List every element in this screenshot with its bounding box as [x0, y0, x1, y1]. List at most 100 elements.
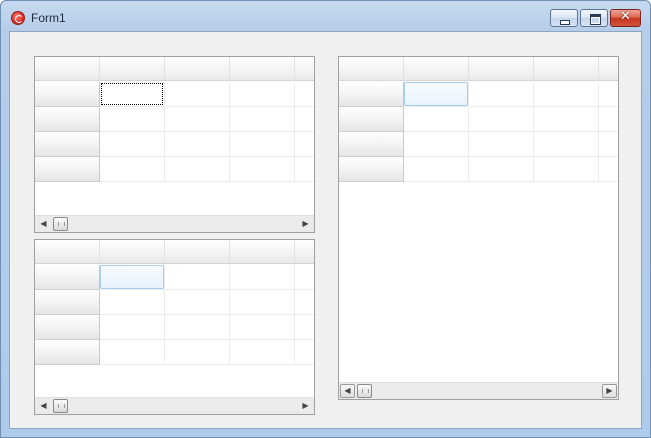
grid-cell[interactable] — [599, 107, 618, 132]
grid-cell[interactable] — [230, 315, 295, 340]
grid-cell[interactable] — [534, 157, 599, 182]
grid-cell[interactable] — [295, 315, 314, 340]
grid-cell[interactable] — [230, 290, 295, 315]
grid-cell[interactable] — [230, 340, 295, 365]
grid-cell[interactable] — [469, 107, 534, 132]
grid-cell[interactable] — [165, 265, 230, 290]
grid-cell[interactable] — [404, 107, 469, 132]
row-header[interactable] — [35, 82, 100, 107]
grid-cell[interactable] — [100, 157, 165, 182]
scroll-left-icon[interactable]: ◀ — [35, 216, 52, 232]
column-header[interactable] — [165, 57, 230, 81]
column-header[interactable] — [230, 240, 295, 264]
grid-cell-focused[interactable] — [100, 82, 165, 107]
scroll-thumb[interactable] — [53, 217, 68, 231]
title-bar[interactable]: Form1 ✕ — [1, 1, 650, 30]
horizontal-scrollbar[interactable]: ◀ ▶ — [35, 215, 314, 232]
grid-cell[interactable] — [100, 315, 165, 340]
grid-cell[interactable] — [295, 107, 314, 132]
grid-cell[interactable] — [165, 290, 230, 315]
grid-cell[interactable] — [165, 315, 230, 340]
grid-cell[interactable] — [230, 265, 295, 290]
close-button[interactable]: ✕ — [610, 9, 641, 27]
scroll-right-icon[interactable]: ▶ — [297, 398, 314, 414]
grid-cell[interactable] — [599, 82, 618, 107]
column-header[interactable] — [534, 57, 599, 81]
grid-cell[interactable] — [295, 340, 314, 365]
scroll-thumb[interactable] — [53, 399, 68, 413]
column-header-row — [35, 57, 314, 81]
grid-cell[interactable] — [404, 132, 469, 157]
row-header[interactable] — [35, 290, 100, 315]
column-header[interactable] — [295, 240, 314, 264]
grid-cell-selected[interactable] — [100, 265, 165, 290]
grid-cell[interactable] — [165, 157, 230, 182]
row-header[interactable] — [339, 132, 404, 157]
grid-cell[interactable] — [534, 82, 599, 107]
row-header[interactable] — [35, 265, 100, 290]
grid-cell[interactable] — [230, 82, 295, 107]
grid-cell[interactable] — [165, 107, 230, 132]
grid-cell[interactable] — [404, 157, 469, 182]
grid-cell[interactable] — [165, 340, 230, 365]
grid-cell[interactable] — [295, 290, 314, 315]
caption-buttons: ✕ — [548, 9, 641, 27]
row-header[interactable] — [35, 315, 100, 340]
app-icon[interactable] — [11, 11, 25, 25]
grid-cell[interactable] — [100, 107, 165, 132]
column-header[interactable] — [404, 57, 469, 81]
column-header[interactable] — [100, 57, 165, 81]
scroll-right-icon[interactable]: ▶ — [297, 216, 314, 232]
corner-header-cell[interactable] — [35, 57, 100, 81]
corner-header-cell[interactable] — [339, 57, 404, 81]
grid-cell[interactable] — [469, 82, 534, 107]
row-header[interactable] — [35, 157, 100, 182]
scroll-thumb[interactable] — [357, 384, 372, 398]
scroll-left-icon[interactable]: ◀ — [35, 398, 52, 414]
column-header[interactable] — [100, 240, 165, 264]
grid-cell[interactable] — [230, 157, 295, 182]
horizontal-scrollbar[interactable]: ◀ ▶ — [339, 382, 618, 399]
row-header[interactable] — [339, 107, 404, 132]
row-header[interactable] — [339, 157, 404, 182]
column-header[interactable] — [165, 240, 230, 264]
scroll-right-icon[interactable]: ▶ — [602, 384, 617, 398]
table-row — [35, 157, 314, 182]
grid-cell[interactable] — [599, 132, 618, 157]
table-row — [35, 107, 314, 132]
table-row — [339, 107, 618, 132]
row-header[interactable] — [339, 82, 404, 107]
grid-cell[interactable] — [100, 132, 165, 157]
minimize-button[interactable] — [550, 9, 578, 27]
grid-cell[interactable] — [295, 132, 314, 157]
grid-cell-selected[interactable] — [404, 82, 469, 107]
grid-cell[interactable] — [100, 340, 165, 365]
column-header[interactable] — [295, 57, 314, 81]
maximize-button[interactable] — [580, 9, 608, 27]
row-header[interactable] — [35, 132, 100, 157]
grid-cell[interactable] — [469, 157, 534, 182]
grid-cell[interactable] — [165, 132, 230, 157]
grid-cell[interactable] — [295, 82, 314, 107]
row-header[interactable] — [35, 107, 100, 132]
row-header[interactable] — [35, 340, 100, 365]
grid-cell[interactable] — [230, 132, 295, 157]
column-header[interactable] — [230, 57, 295, 81]
corner-header-cell[interactable] — [35, 240, 100, 264]
grid-cell[interactable] — [165, 82, 230, 107]
grid-cell[interactable] — [599, 157, 618, 182]
grid-cell[interactable] — [534, 107, 599, 132]
column-header[interactable] — [469, 57, 534, 81]
horizontal-scrollbar[interactable]: ◀ ▶ — [35, 397, 314, 414]
grid-cell[interactable] — [230, 107, 295, 132]
grid-cell[interactable] — [534, 132, 599, 157]
grid-cell[interactable] — [295, 157, 314, 182]
grid-cell[interactable] — [295, 265, 314, 290]
grid-cell[interactable] — [100, 290, 165, 315]
scroll-left-icon[interactable]: ◀ — [340, 384, 355, 398]
grid-cell[interactable] — [469, 132, 534, 157]
grid-bottom-left[interactable]: ◀ ▶ — [34, 239, 315, 415]
grid-top-left[interactable]: ◀ ▶ — [34, 56, 315, 233]
column-header[interactable] — [599, 57, 618, 81]
grid-right[interactable]: ◀ ▶ — [338, 56, 619, 400]
